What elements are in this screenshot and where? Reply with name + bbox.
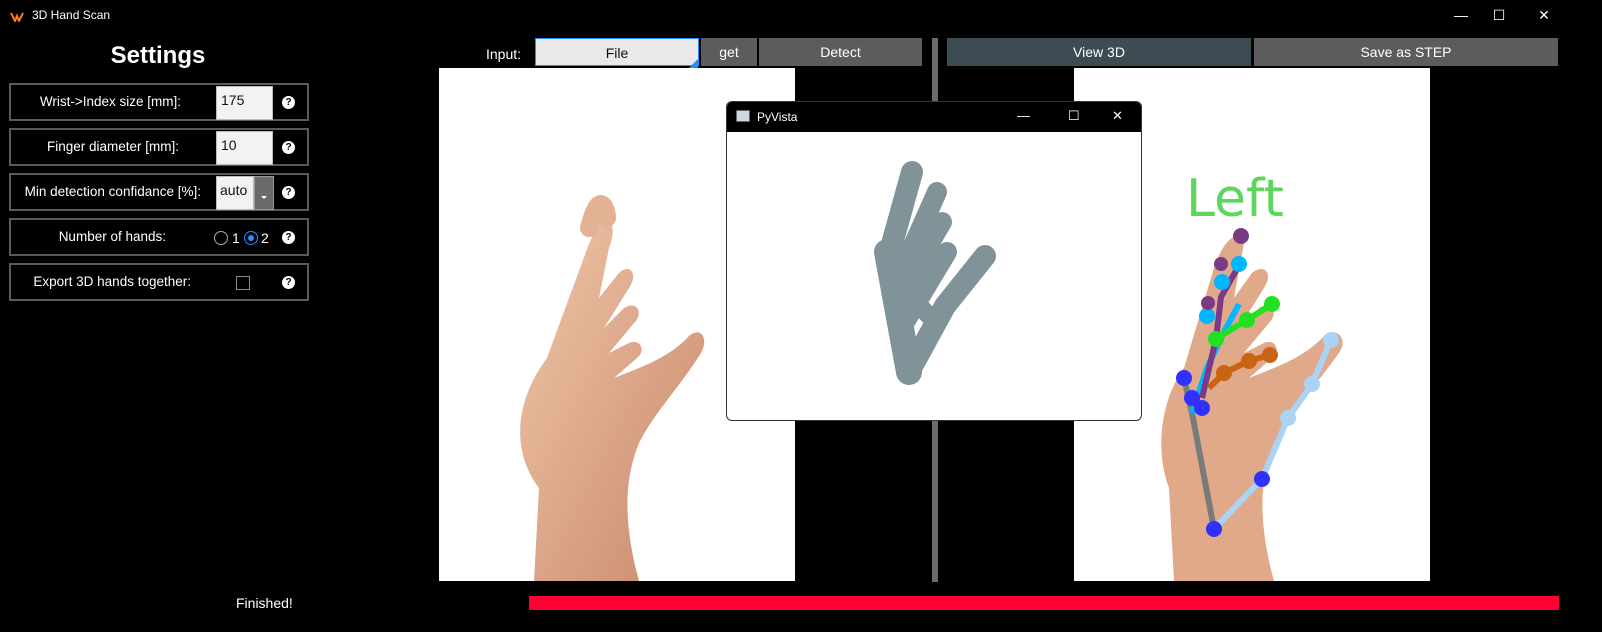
handedness-label: Left bbox=[1186, 169, 1284, 229]
pyvista-title: PyVista bbox=[757, 110, 798, 124]
chevron-down-icon bbox=[261, 196, 267, 199]
setting-wrist-size: Wrist->Index size [mm]: 175 ? bbox=[9, 83, 309, 121]
app-icon bbox=[10, 9, 24, 24]
finger-diameter-label: Finger diameter [mm]: bbox=[46, 139, 179, 154]
hands-radio-2-label: 2 bbox=[261, 230, 269, 246]
wrist-size-input[interactable]: 175 bbox=[216, 86, 273, 120]
hands-radio-1[interactable] bbox=[214, 231, 228, 245]
setting-detection-confidence: Min detection confidance [%]: auto ? bbox=[9, 173, 309, 211]
get-button[interactable]: get bbox=[701, 38, 757, 66]
pyvista-minimize-icon[interactable]: — bbox=[1017, 108, 1030, 123]
help-icon[interactable]: ? bbox=[282, 276, 295, 289]
number-of-hands-label: Number of hands: bbox=[58, 229, 166, 244]
help-icon[interactable]: ? bbox=[282, 186, 295, 199]
view-3d-button[interactable]: View 3D bbox=[947, 38, 1251, 66]
title-bar bbox=[0, 0, 1602, 30]
export-together-label: Export 3D hands together: bbox=[33, 274, 191, 289]
setting-number-of-hands: Number of hands: 1 2 ? bbox=[9, 218, 309, 256]
dropdown-button[interactable] bbox=[254, 176, 274, 210]
setting-export-together: Export 3D hands together: ? bbox=[9, 263, 309, 301]
maximize-icon[interactable]: ☐ bbox=[1476, 0, 1522, 30]
pyvista-maximize-icon[interactable]: ☐ bbox=[1068, 108, 1080, 124]
wrist-size-label: Wrist->Index size [mm]: bbox=[39, 94, 181, 109]
export-together-checkbox[interactable] bbox=[236, 276, 250, 290]
pyvista-close-icon[interactable]: ✕ bbox=[1112, 108, 1123, 124]
file-button[interactable]: File bbox=[535, 38, 699, 66]
close-icon[interactable]: ✕ bbox=[1521, 0, 1567, 30]
hands-radio-2[interactable] bbox=[244, 231, 258, 245]
settings-title: Settings bbox=[110, 42, 206, 69]
detection-confidence-label: Min detection confidance [%]: bbox=[24, 184, 201, 199]
detection-confidence-input[interactable]: auto bbox=[216, 176, 254, 210]
status-text: Finished! bbox=[236, 595, 293, 611]
pyvista-window[interactable]: PyVista — ☐ ✕ bbox=[726, 101, 1142, 421]
pyvista-app-icon bbox=[736, 110, 750, 122]
help-icon[interactable]: ? bbox=[282, 141, 295, 154]
detect-button[interactable]: Detect bbox=[759, 38, 922, 66]
hands-radio-1-label: 1 bbox=[232, 230, 240, 246]
help-icon[interactable]: ? bbox=[282, 231, 295, 244]
resize-grip-icon bbox=[688, 56, 698, 69]
hand-3d-model[interactable] bbox=[727, 132, 1141, 420]
window-title: 3D Hand Scan bbox=[32, 8, 111, 22]
help-icon[interactable]: ? bbox=[282, 96, 295, 109]
progress-bar bbox=[529, 596, 1559, 610]
input-label: Input: bbox=[486, 46, 522, 62]
finger-diameter-input[interactable]: 10 bbox=[216, 131, 273, 165]
save-step-button[interactable]: Save as STEP bbox=[1254, 38, 1558, 66]
setting-finger-diameter: Finger diameter [mm]: 10 ? bbox=[9, 128, 309, 166]
